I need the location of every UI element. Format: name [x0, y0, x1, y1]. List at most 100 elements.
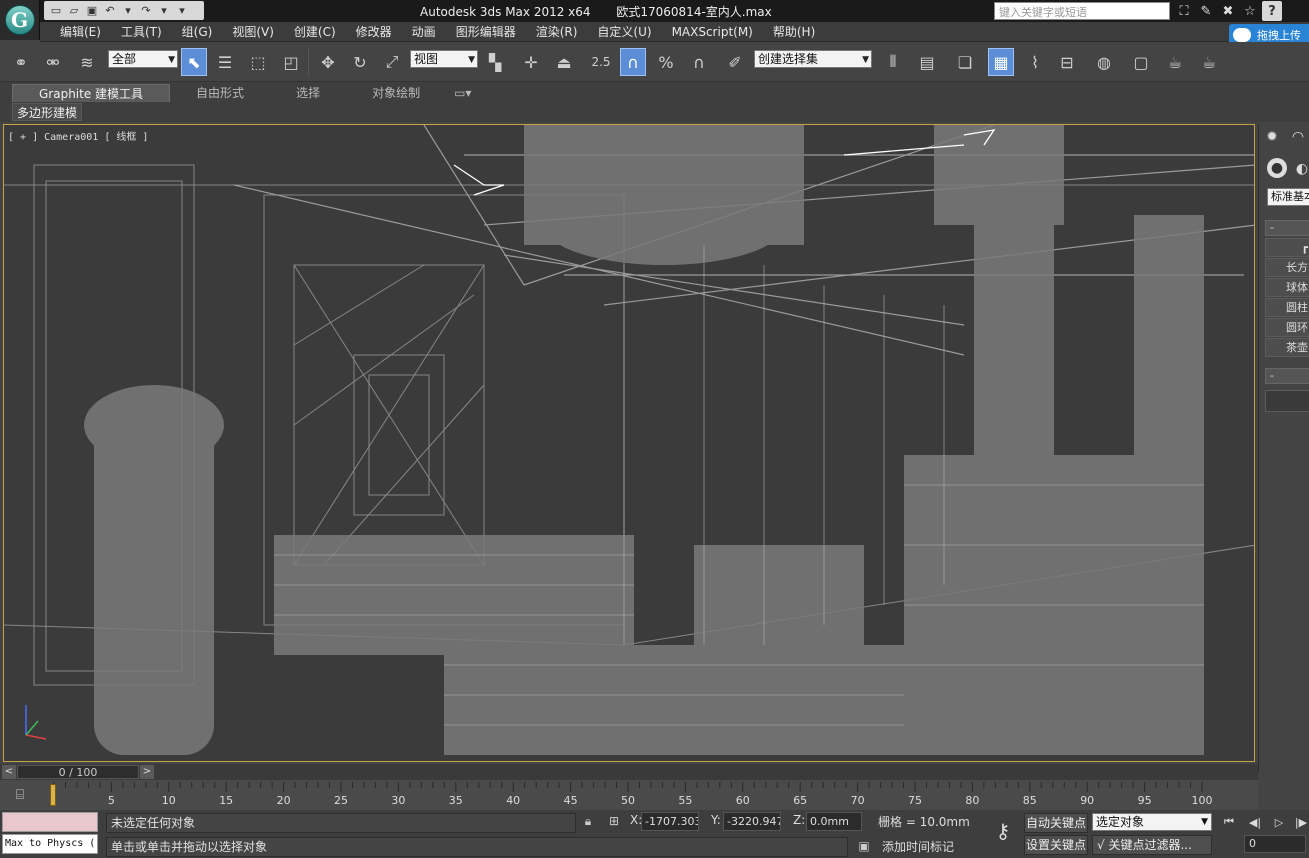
rendered-frame-icon[interactable]: ☕ [1162, 48, 1188, 76]
set-key-icon[interactable]: ⚷ [988, 819, 1018, 843]
key-selection-dropdown[interactable]: 选定对象 ▼ [1092, 813, 1212, 831]
time-slider-prev-icon[interactable]: < [2, 765, 16, 779]
select-by-name-icon[interactable]: ☰ [212, 48, 238, 76]
keyboard-shortcut-override-icon[interactable]: ⏏ [551, 48, 577, 76]
y-coordinate-field[interactable]: -3220.947 [723, 812, 781, 831]
open-file-icon[interactable]: ▱ [66, 3, 82, 18]
create-sphere-button[interactable]: 球体 [1265, 278, 1309, 297]
add-time-tag-icon[interactable]: ▣ [856, 838, 872, 854]
shapes-icon[interactable]: ◐ [1291, 158, 1309, 180]
create-tab-icon[interactable]: ✹ [1261, 126, 1283, 148]
rectangular-selection-icon[interactable]: ⬚ [245, 48, 271, 76]
create-cylinder-button[interactable]: 圆柱 [1265, 298, 1309, 317]
tab-freeform[interactable]: 自由形式 [170, 84, 270, 102]
object-name-field[interactable] [1265, 390, 1309, 412]
name-color-rollout[interactable]: - [1265, 368, 1309, 384]
menu-customize[interactable]: 自定义(U) [587, 24, 661, 40]
wrench-icon[interactable]: ✎ [1196, 1, 1216, 21]
material-editor-icon[interactable]: ◍ [1091, 48, 1117, 76]
undo-icon[interactable]: ↶ [102, 3, 118, 18]
select-and-link-icon[interactable]: ⚭ [8, 48, 34, 76]
undo-dropdown-icon[interactable]: ▾ [120, 3, 136, 18]
z-coordinate-field[interactable]: 0.0mm [806, 812, 862, 831]
search-input[interactable]: 键入关键字或短语 [994, 2, 1170, 20]
customize-quick-access-icon[interactable]: ▾ [174, 3, 190, 18]
binoculars-icon[interactable]: ⛶ [1174, 1, 1194, 21]
tab-selection[interactable]: 选择 [270, 84, 346, 102]
ribbon-options-icon[interactable]: ▭▾ [446, 84, 479, 102]
reference-coordinate-dropdown[interactable]: 视图 ▼ [410, 50, 478, 68]
viewport-label[interactable]: [ + ] Camera001 [ 线框 ] [8, 128, 148, 143]
set-key-button[interactable]: 设置关键点 [1024, 835, 1088, 855]
angle-snap-icon[interactable]: ∩ [620, 48, 646, 76]
autogrid-toggle[interactable]: ┏ [1265, 238, 1309, 257]
create-torus-button[interactable]: 圆环 [1265, 318, 1309, 337]
unlink-icon[interactable]: ⚮ [40, 48, 66, 76]
save-file-icon[interactable]: ▣ [84, 3, 100, 18]
pivot-center-icon[interactable]: ▚ [482, 48, 508, 76]
time-slider-thumb[interactable]: 0 / 100 [17, 765, 139, 779]
favorites-star-icon[interactable]: ☆ [1240, 1, 1260, 21]
redo-dropdown-icon[interactable]: ▾ [156, 3, 172, 18]
object-category-dropdown[interactable]: 标准基本体 [1267, 188, 1309, 206]
previous-frame-icon[interactable]: ◀| [1246, 814, 1264, 830]
named-selection-dropdown[interactable]: 创建选择集 ▼ [754, 50, 872, 68]
new-file-icon[interactable]: ▭ [48, 3, 64, 18]
create-box-button[interactable]: 长方 [1265, 258, 1309, 277]
menu-edit[interactable]: 编辑(E) [50, 24, 111, 40]
select-and-scale-icon[interactable]: ⤢ [379, 48, 405, 76]
maxscript-listener-output[interactable] [2, 812, 98, 832]
selection-filter-dropdown[interactable]: 全部 ▼ [108, 50, 178, 68]
modify-tab-icon[interactable]: ◠ [1287, 126, 1309, 148]
play-icon[interactable]: ▷ [1270, 814, 1288, 830]
track-bar[interactable]: ⌸ 5 10 15 20 25 30 35 40 45 50 55 60 65 70 75 80 85 90 95 1… [0, 780, 1258, 810]
x-coordinate-field[interactable]: -1707.303 [641, 812, 699, 831]
percent-snap-icon[interactable]: % [653, 48, 679, 76]
mini-curve-editor-icon[interactable]: ⌸ [8, 784, 32, 806]
align-icon[interactable]: ▤ [914, 48, 940, 76]
menu-modifiers[interactable]: 修改器 [346, 24, 402, 40]
menu-animation[interactable]: 动画 [402, 24, 446, 40]
menu-tools[interactable]: 工具(T) [111, 24, 172, 40]
current-frame-field[interactable]: 0 [1244, 835, 1306, 853]
maxscript-listener-input[interactable]: Max to Physcs ( [2, 834, 98, 854]
layer-manager-icon[interactable]: ❏ [952, 48, 978, 76]
mirror-icon[interactable]: ⫴ [880, 48, 906, 76]
menu-views[interactable]: 视图(V) [222, 24, 284, 40]
menu-graph-editors[interactable]: 图形编辑器 [446, 24, 526, 40]
help-icon[interactable]: ? [1262, 1, 1282, 21]
select-and-rotate-icon[interactable]: ↻ [347, 48, 373, 76]
menu-group[interactable]: 组(G) [172, 24, 223, 40]
graphite-toggle-icon[interactable]: ▦ [988, 48, 1014, 76]
tab-object-paint[interactable]: 对象绘制 [346, 84, 446, 102]
add-time-tag-button[interactable]: 添加时间标记 [882, 838, 954, 855]
current-time-marker[interactable] [50, 784, 56, 806]
key-filters-button[interactable]: √ 关键点过滤器... [1092, 835, 1212, 855]
spinner-snap-icon[interactable]: ∩ [686, 48, 712, 76]
tab-graphite-modeling[interactable]: Graphite 建模工具 [12, 84, 171, 102]
ribbon-polygon-modeling[interactable]: 多边形建模 [12, 103, 83, 121]
go-to-start-icon[interactable]: ⏮ [1220, 814, 1238, 830]
select-object-icon[interactable]: ⬉ [181, 48, 207, 76]
create-teapot-button[interactable]: 茶壶 [1265, 338, 1309, 357]
menu-rendering[interactable]: 渲染(R) [526, 24, 588, 40]
manipulate-icon[interactable]: ✛ [518, 48, 544, 76]
auto-key-button[interactable]: 自动关键点 [1024, 813, 1088, 833]
snaps-toggle-icon[interactable]: 2.5 [588, 48, 614, 76]
object-type-rollout[interactable]: - [1265, 220, 1309, 236]
geometry-icon[interactable]: ● [1267, 158, 1287, 178]
absolute-mode-icon[interactable]: ⊞ [606, 813, 622, 829]
menu-create[interactable]: 创建(C) [284, 24, 346, 40]
render-production-icon[interactable]: ☕ [1196, 48, 1222, 76]
window-crossing-icon[interactable]: ◰ [278, 48, 304, 76]
next-frame-icon[interactable]: |▶ [1292, 814, 1309, 830]
time-slider-next-icon[interactable]: > [140, 765, 154, 779]
render-setup-icon[interactable]: ▢ [1128, 48, 1154, 76]
edit-named-selection-icon[interactable]: ✐ [722, 48, 748, 76]
redo-icon[interactable]: ↷ [138, 3, 154, 18]
communication-center-icon[interactable]: ✖ [1218, 1, 1238, 21]
menu-help[interactable]: 帮助(H) [763, 24, 825, 40]
bind-space-warp-icon[interactable]: ≋ [74, 48, 100, 76]
curve-editor-icon[interactable]: ⌇ [1022, 48, 1048, 76]
time-slider[interactable]: < 0 / 100 > [0, 764, 1258, 780]
